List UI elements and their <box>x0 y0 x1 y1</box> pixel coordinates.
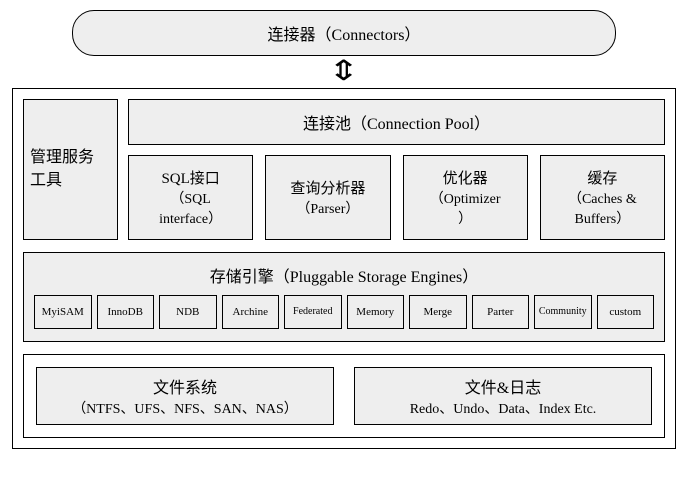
module-title: 优化器 <box>408 167 523 188</box>
module-sub2: Buffers） <box>545 208 660 228</box>
arrow-wrap: ⇕ <box>12 58 676 86</box>
engine-community: Community <box>534 295 592 329</box>
bidirectional-arrow-icon: ⇕ <box>328 58 361 86</box>
module-sub1: （Parser） <box>270 198 385 218</box>
mgmt-line1: 管理服务 <box>30 147 94 169</box>
logs-title: 文件&日志 <box>359 374 647 398</box>
module-sub1: （SQL <box>133 188 248 208</box>
engines-row: MyiSAM InnoDB NDB Archine Federated Memo… <box>34 295 654 329</box>
storage-engines-box: 存储引擎（Pluggable Storage Engines） MyiSAM I… <box>23 252 665 342</box>
connectors-box: 连接器（Connectors） <box>72 10 616 56</box>
module-sub2: ） <box>408 208 523 228</box>
engine-memory: Memory <box>347 295 405 329</box>
main-container: 管理服务 工具 连接池（Connection Pool） SQL接口 （SQL … <box>12 88 676 449</box>
optimizer-box: 优化器 （Optimizer ） <box>403 155 528 240</box>
module-title: 缓存 <box>545 167 660 188</box>
engine-ndb: NDB <box>159 295 217 329</box>
sql-interface-box: SQL接口 （SQL interface） <box>128 155 253 240</box>
engine-innodb: InnoDB <box>97 295 155 329</box>
module-sub2: interface） <box>133 208 248 228</box>
pool-label: 连接池（Connection Pool） <box>303 116 490 133</box>
module-sub1: （Optimizer <box>408 188 523 208</box>
filesystem-box: 文件系统 （NTFS、UFS、NFS、SAN、NAS） <box>36 367 334 425</box>
fs-title: 文件系统 <box>41 374 329 398</box>
caches-box: 缓存 （Caches & Buffers） <box>540 155 665 240</box>
fs-sub: （NTFS、UFS、NFS、SAN、NAS） <box>41 398 329 418</box>
engine-parter: Parter <box>472 295 530 329</box>
engine-custom: custom <box>597 295 655 329</box>
bottom-row: 文件系统 （NTFS、UFS、NFS、SAN、NAS） 文件&日志 Redo、U… <box>23 354 665 438</box>
modules-row: SQL接口 （SQL interface） 查询分析器 （Parser） 优化器… <box>128 155 665 240</box>
engine-archine: Archine <box>222 295 280 329</box>
module-sub1: （Caches & <box>545 188 660 208</box>
storage-title: 存储引擎（Pluggable Storage Engines） <box>34 261 654 295</box>
engine-myisam: MyiSAM <box>34 295 92 329</box>
mgmt-line2: 工具 <box>30 170 62 192</box>
parser-box: 查询分析器 （Parser） <box>265 155 390 240</box>
engine-federated: Federated <box>284 295 342 329</box>
files-logs-box: 文件&日志 Redo、Undo、Data、Index Etc. <box>354 367 652 425</box>
engine-merge: Merge <box>409 295 467 329</box>
right-column: 连接池（Connection Pool） SQL接口 （SQL interfac… <box>128 99 665 240</box>
management-tools-box: 管理服务 工具 <box>23 99 118 240</box>
module-title: SQL接口 <box>133 167 248 188</box>
logs-sub: Redo、Undo、Data、Index Etc. <box>359 398 647 418</box>
top-row: 管理服务 工具 连接池（Connection Pool） SQL接口 （SQL … <box>23 99 665 240</box>
connection-pool-box: 连接池（Connection Pool） <box>128 99 665 145</box>
module-title: 查询分析器 <box>270 177 385 198</box>
connectors-label: 连接器（Connectors） <box>268 27 421 44</box>
